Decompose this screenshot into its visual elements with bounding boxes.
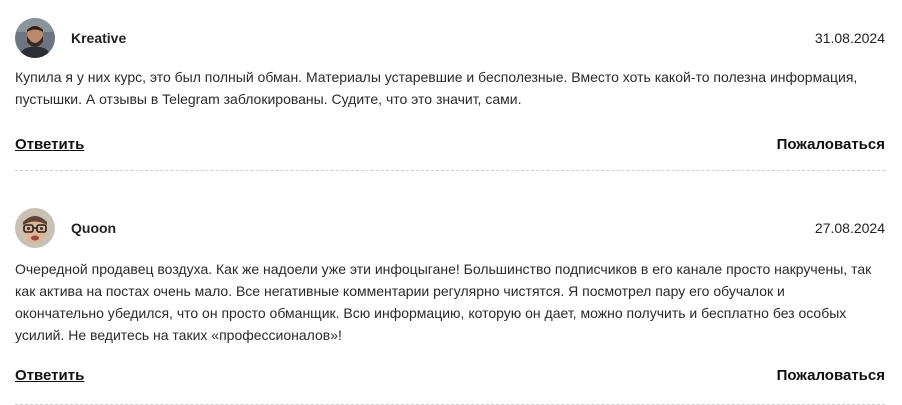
comment-actions: Ответить Пожаловаться <box>15 367 885 384</box>
report-link[interactable]: Пожаловаться <box>777 136 885 153</box>
comment-actions: Ответить Пожаловаться <box>15 136 885 153</box>
avatar <box>15 18 55 58</box>
avatar-man-beard-icon <box>15 18 55 58</box>
comment-date: 27.08.2024 <box>814 220 885 236</box>
avatar-man-glasses-icon <box>15 208 55 248</box>
comment-item: Quoon 27.08.2024 Очередной продавец возд… <box>15 208 885 384</box>
comment-divider <box>15 170 885 171</box>
comment-text: Купила я у них курс, это был полный обма… <box>15 69 858 107</box>
comment-author: Kreative <box>71 30 127 46</box>
reply-link[interactable]: Ответить <box>15 136 84 153</box>
comment-text: Очередной продавец воздуха. Как же надое… <box>15 261 872 343</box>
avatar <box>15 208 55 248</box>
comment-header: Kreative 31.08.2024 <box>15 18 885 58</box>
comment-header: Quoon 27.08.2024 <box>15 208 885 248</box>
reply-link[interactable]: Ответить <box>15 367 84 384</box>
comment-date: 31.08.2024 <box>814 30 885 46</box>
comment-item: Kreative 31.08.2024 Купила я у них курс,… <box>15 18 885 153</box>
comment-author: Quoon <box>71 220 117 236</box>
report-link[interactable]: Пожаловаться <box>777 367 885 384</box>
